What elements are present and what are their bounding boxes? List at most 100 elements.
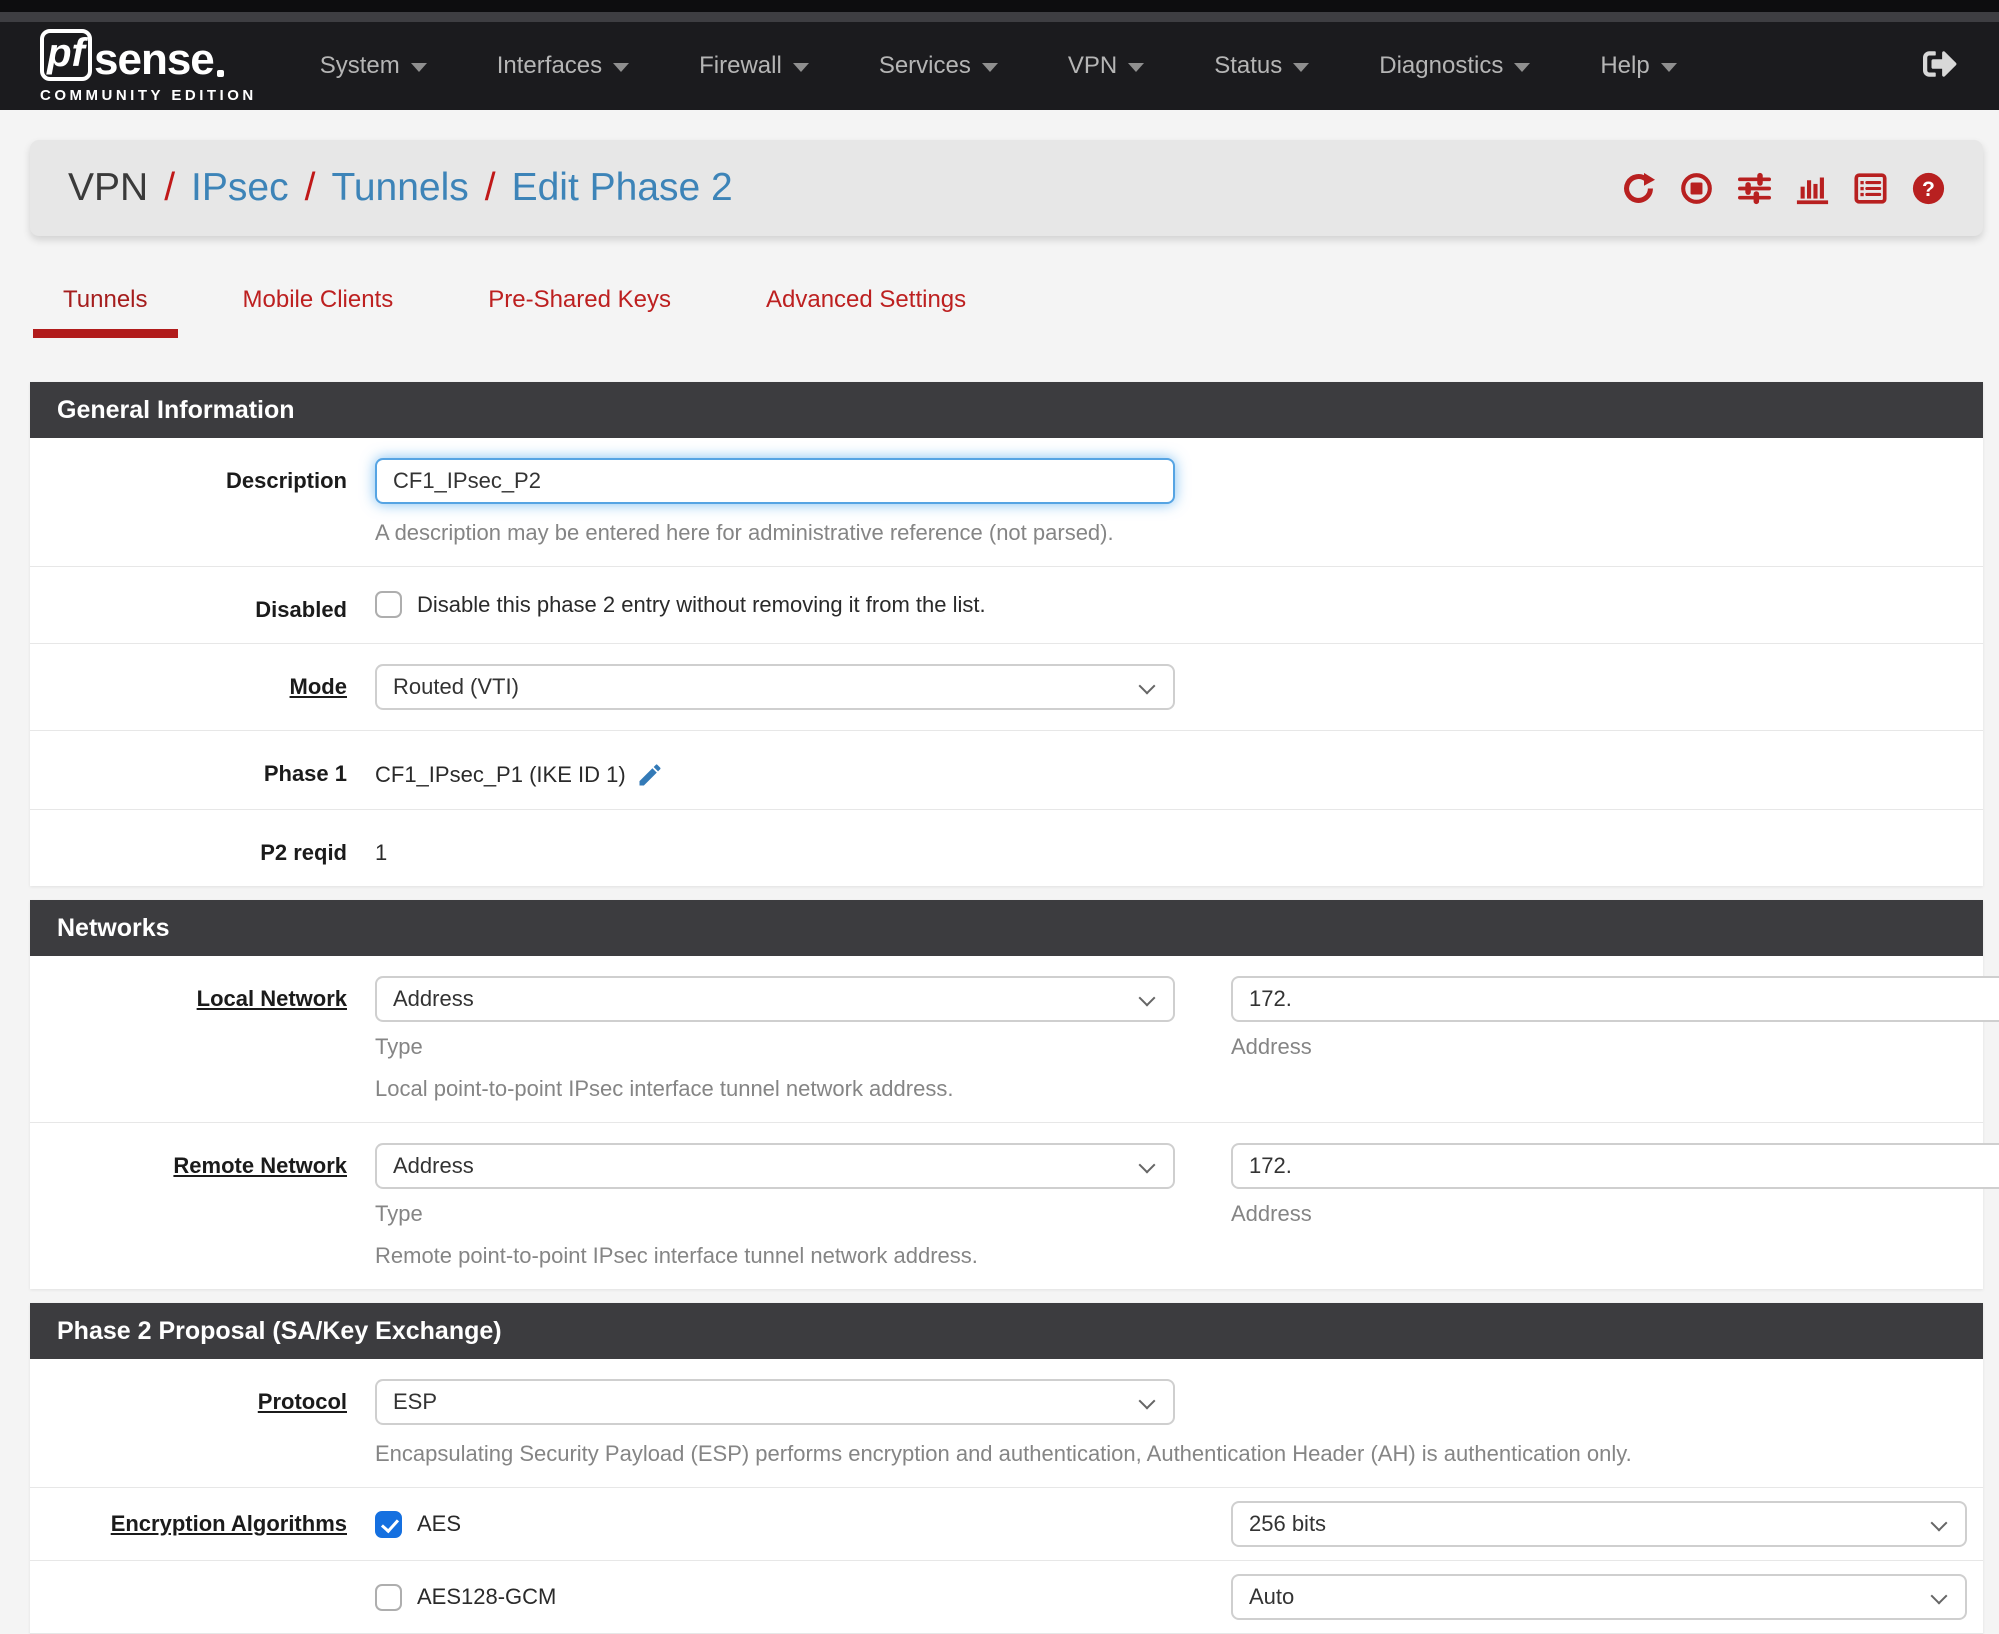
caret-down-icon <box>1128 63 1145 72</box>
remote-network-type-select[interactable]: Address <box>375 1143 1175 1189</box>
panel-phase2-proposal: Phase 2 Proposal (SA/Key Exchange) Proto… <box>30 1303 1983 1634</box>
remote-network-address-input[interactable] <box>1231 1143 1999 1189</box>
row-phase1: Phase 1 CF1_IPsec_P1 (IKE ID 1) <box>30 731 1983 810</box>
list-icon[interactable] <box>1854 172 1887 205</box>
breadcrumb-link-tunnels[interactable]: Tunnels <box>331 166 468 210</box>
nav-item-interfaces[interactable]: Interfaces <box>462 22 664 110</box>
chevron-down-icon <box>1138 1156 1156 1174</box>
tab-mobile-clients[interactable]: Mobile Clients <box>243 286 394 338</box>
stop-circle-icon[interactable] <box>1680 172 1713 205</box>
panel-general-information: General Information Description A descri… <box>30 382 1983 886</box>
help-icon[interactable]: ? <box>1912 172 1945 205</box>
description-input[interactable] <box>375 458 1175 504</box>
description-help: A description may be entered here for ad… <box>375 520 1114 545</box>
row-p2reqid: P2 reqid 1 <box>30 810 1983 886</box>
logout-button[interactable] <box>1923 47 1957 86</box>
local-network-address-input[interactable] <box>1231 976 1999 1022</box>
pfsense-logo[interactable]: pf sense COMMUNITY EDITION <box>40 28 257 104</box>
brand-sense-text: sense <box>94 34 215 84</box>
window-chrome-strip <box>0 12 1999 22</box>
refresh-icon[interactable] <box>1622 172 1655 205</box>
encryption-algorithms-label[interactable]: Encryption Algorithms <box>30 1501 375 1547</box>
aes-bits-select[interactable]: 256 bits <box>1231 1501 1967 1547</box>
row-encryption-aes: Encryption Algorithms AES 256 bits <box>30 1488 1983 1561</box>
sliders-icon[interactable] <box>1738 172 1771 205</box>
mode-label[interactable]: Mode <box>30 664 375 710</box>
tab-pre-shared-keys[interactable]: Pre-Shared Keys <box>488 286 671 338</box>
caret-down-icon <box>410 63 427 72</box>
aes128gcm-checkbox[interactable] <box>375 1583 402 1611</box>
caret-down-icon <box>792 63 809 72</box>
aes-checkbox[interactable] <box>375 1510 402 1538</box>
caret-down-icon <box>1514 63 1531 72</box>
row-protocol: Protocol ESP Encapsulating Security Payl… <box>30 1359 1983 1488</box>
remote-network-label[interactable]: Remote Network <box>30 1143 375 1269</box>
nav-item-system[interactable]: System <box>285 22 462 110</box>
phase1-value: CF1_IPsec_P1 (IKE ID 1) <box>375 762 626 787</box>
section-tabs: Tunnels Mobile Clients Pre-Shared Keys A… <box>33 286 1969 338</box>
pf-logo-box: pf <box>40 28 92 81</box>
aes128gcm-bits-select[interactable]: Auto <box>1231 1574 1967 1620</box>
protocol-help: Encapsulating Security Payload (ESP) per… <box>375 1441 1632 1466</box>
row-description: Description A description may be entered… <box>30 438 1983 567</box>
nav-item-services[interactable]: Services <box>844 22 1033 110</box>
nav-item-diagnostics[interactable]: Diagnostics <box>1344 22 1565 110</box>
phase1-label: Phase 1 <box>263 761 347 786</box>
window-top-edge <box>0 0 1999 12</box>
nav-item-firewall[interactable]: Firewall <box>664 22 844 110</box>
panel-networks: Networks Local Network Address Type 172.… <box>30 900 1999 1289</box>
remote-type-sublabel: Type <box>375 1201 423 1226</box>
breadcrumb-separator: / <box>484 166 496 209</box>
remote-address-sublabel: Address <box>1231 1201 1312 1226</box>
svg-text:?: ? <box>1922 177 1935 200</box>
local-type-sublabel: Type <box>375 1034 423 1059</box>
caret-down-icon <box>1660 63 1677 72</box>
chevron-down-icon <box>1930 1514 1948 1532</box>
nav-item-help[interactable]: Help <box>1565 22 1711 110</box>
chevron-down-icon <box>1138 1392 1156 1410</box>
disabled-checkbox-label: Disable this phase 2 entry without remov… <box>417 591 986 617</box>
local-network-label[interactable]: Local Network <box>30 976 375 1102</box>
disabled-label: Disabled <box>255 597 347 622</box>
protocol-label[interactable]: Protocol <box>30 1379 375 1467</box>
breadcrumb-bar: VPN / IPsec / Tunnels / Edit Phase 2 ? <box>30 140 1983 236</box>
row-remote-network: Remote Network Address Type / <box>30 1123 1999 1289</box>
bar-chart-icon[interactable] <box>1796 172 1829 205</box>
edit-pencil-icon[interactable] <box>636 761 664 789</box>
tab-tunnels[interactable]: Tunnels <box>33 286 177 338</box>
protocol-select[interactable]: ESP <box>375 1379 1175 1425</box>
p2reqid-value: 1 <box>375 840 388 865</box>
aes128gcm-label: AES128-GCM <box>417 1584 557 1609</box>
caret-down-icon <box>981 63 998 72</box>
local-network-help: Local point-to-point IPsec interface tun… <box>375 1076 954 1101</box>
nav-item-vpn[interactable]: VPN <box>1033 22 1179 110</box>
nav-item-status[interactable]: Status <box>1179 22 1344 110</box>
tab-advanced-settings[interactable]: Advanced Settings <box>766 286 966 338</box>
nav-menu: System Interfaces Firewall Services VPN … <box>285 22 1712 110</box>
mode-select[interactable]: Routed (VTI) <box>375 664 1175 710</box>
caret-down-icon <box>1293 63 1310 72</box>
row-disabled: Disabled Disable this phase 2 entry with… <box>30 567 1983 644</box>
chevron-down-icon <box>1930 1587 1948 1605</box>
main-navbar: pf sense COMMUNITY EDITION System Interf… <box>0 22 1999 110</box>
remote-network-help: Remote point-to-point IPsec interface tu… <box>375 1243 978 1268</box>
chevron-down-icon <box>1138 989 1156 1007</box>
panel-title: Networks <box>30 900 1983 956</box>
description-label: Description <box>225 468 347 493</box>
row-mode: Mode Routed (VTI) <box>30 644 1983 731</box>
breadcrumb: VPN / IPsec / Tunnels / Edit Phase 2 <box>68 166 733 210</box>
p2reqid-label: P2 reqid <box>260 840 347 865</box>
row-encryption-aes128gcm: AES128-GCM Auto <box>30 1561 1983 1634</box>
page-toolbar: ? <box>1622 172 1945 205</box>
brand-trademark-dot <box>216 69 224 77</box>
sign-out-icon <box>1923 50 1957 77</box>
breadcrumb-separator: / <box>164 166 176 209</box>
row-local-network: Local Network Address Type / <box>30 956 1999 1123</box>
breadcrumb-vpn: VPN <box>68 166 149 209</box>
breadcrumb-link-edit-phase2[interactable]: Edit Phase 2 <box>512 166 733 210</box>
disabled-checkbox[interactable] <box>375 591 402 618</box>
breadcrumb-link-ipsec[interactable]: IPsec <box>191 166 289 210</box>
local-network-type-select[interactable]: Address <box>375 976 1175 1022</box>
aes-label: AES <box>417 1511 462 1536</box>
panel-title: Phase 2 Proposal (SA/Key Exchange) <box>30 1303 1983 1359</box>
